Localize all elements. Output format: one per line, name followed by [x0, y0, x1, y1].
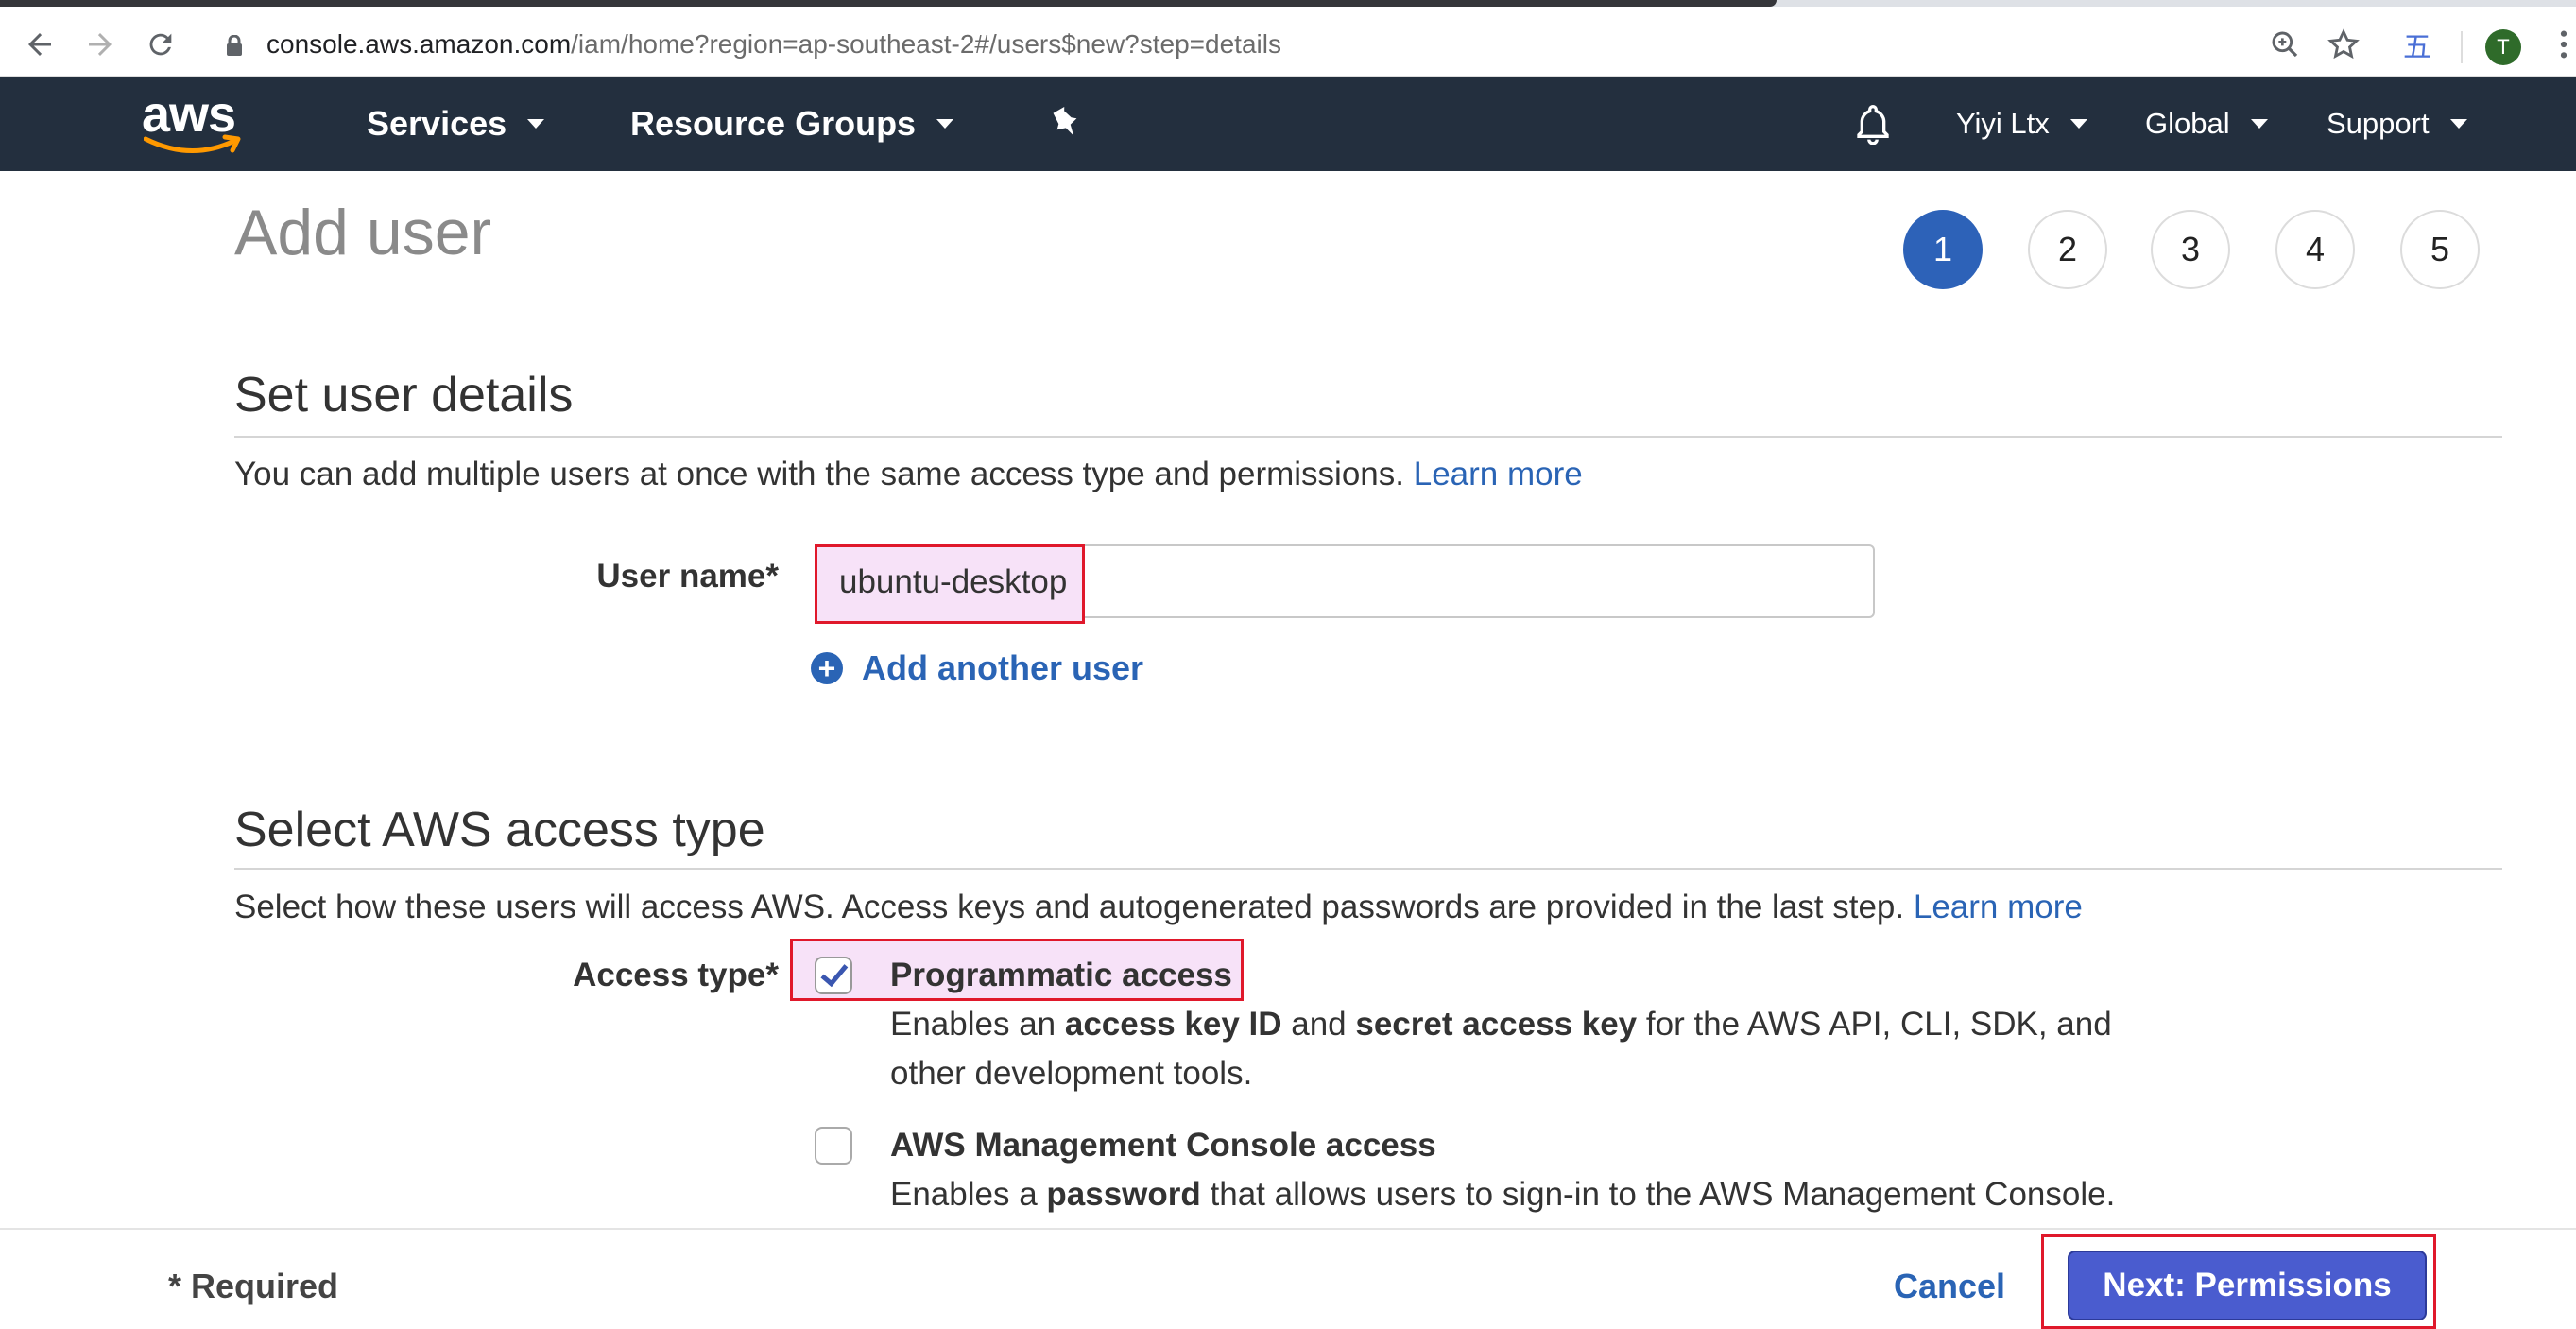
programmatic-access-description-line2: other development tools.: [890, 1055, 1253, 1092]
console-access-checkbox[interactable]: [815, 1127, 852, 1165]
checkmark-icon: [819, 958, 848, 987]
console-access-description: Enables a password that allows users to …: [890, 1176, 2116, 1213]
wizard-step-3[interactable]: 3: [2151, 210, 2230, 289]
wizard-step-5[interactable]: 5: [2400, 210, 2480, 289]
user-name-value: ubuntu-desktop: [839, 563, 1068, 600]
toolbar-divider: [2461, 31, 2463, 63]
section-title-user-details: Set user details: [234, 368, 574, 423]
programmatic-access-checkbox[interactable]: [815, 957, 852, 994]
plus-circle-icon: +: [811, 652, 843, 684]
chevron-down-icon: [936, 119, 954, 129]
user-details-description: You can add multiple users at once with …: [234, 456, 1583, 492]
access-type-label: Access type*: [573, 957, 779, 993]
services-menu[interactable]: Services: [367, 77, 545, 171]
required-note: * Required: [168, 1267, 339, 1305]
programmatic-access-title[interactable]: Programmatic access: [890, 955, 1232, 996]
chevron-down-icon: [2250, 119, 2268, 129]
aws-navbar: aws Services Resource Groups Yiyi Ltx Gl…: [0, 77, 2576, 171]
browser-menu-icon[interactable]: [2551, 24, 2576, 65]
bookmark-star-icon[interactable]: [2323, 24, 2364, 65]
section-divider: [234, 436, 2502, 438]
wizard-step-1[interactable]: 1: [1903, 210, 1983, 289]
browser-tab-strip: [0, 0, 2576, 7]
support-menu[interactable]: Support: [2327, 77, 2467, 171]
wizard-footer: * Required Cancel Next: Permissions: [0, 1228, 2576, 1329]
chevron-down-icon: [527, 119, 545, 129]
browser-toolbar: console.aws.amazon.com/iam/home?region=a…: [0, 7, 2576, 77]
reload-icon[interactable]: [140, 24, 181, 65]
section-divider: [234, 868, 2502, 870]
lock-icon: [227, 35, 242, 56]
account-menu[interactable]: Yiyi Ltx: [1956, 77, 2087, 171]
chevron-down-icon: [2449, 119, 2467, 129]
add-another-user-link[interactable]: + Add another user: [811, 648, 1143, 688]
back-icon[interactable]: [19, 24, 60, 65]
cancel-button[interactable]: Cancel: [1894, 1266, 2005, 1307]
wizard-step-4[interactable]: 4: [2275, 210, 2355, 289]
user-name-label: User name*: [596, 558, 779, 595]
zoom-icon[interactable]: [2264, 24, 2306, 65]
console-access-title[interactable]: AWS Management Console access: [890, 1125, 1436, 1166]
learn-more-link[interactable]: Learn more: [1414, 456, 1583, 492]
aws-logo[interactable]: aws: [142, 86, 246, 162]
section-title-access-type: Select AWS access type: [234, 803, 765, 857]
aws-smile-icon: [144, 134, 241, 153]
next-permissions-button[interactable]: Next: Permissions: [2068, 1251, 2427, 1320]
forward-icon[interactable]: [79, 24, 121, 65]
notifications-bell-icon[interactable]: [1854, 77, 1892, 171]
pin-icon[interactable]: [1049, 77, 1083, 171]
learn-more-link[interactable]: Learn more: [1914, 889, 2083, 925]
address-bar[interactable]: console.aws.amazon.com/iam/home?region=a…: [266, 26, 1281, 63]
page-title: Add user: [234, 197, 492, 268]
profile-avatar[interactable]: T: [2485, 29, 2521, 65]
wizard-step-2[interactable]: 2: [2028, 210, 2107, 289]
ime-extension-icon[interactable]: 五: [2396, 24, 2438, 65]
programmatic-access-description: Enables an access key ID and secret acce…: [890, 1006, 2112, 1043]
chevron-down-icon: [2069, 119, 2087, 129]
region-menu[interactable]: Global: [2145, 77, 2268, 171]
resource-groups-menu[interactable]: Resource Groups: [630, 77, 954, 171]
access-type-description: Select how these users will access AWS. …: [234, 889, 2083, 925]
